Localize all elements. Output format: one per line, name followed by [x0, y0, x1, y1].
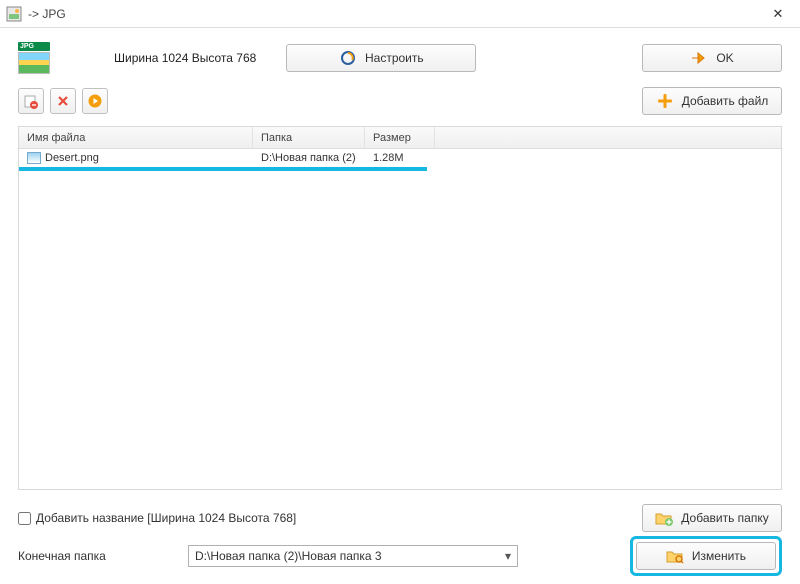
dest-value: D:\Новая папка (2)\Новая папка 3: [195, 549, 382, 563]
titlebar: -> JPG ✕: [0, 0, 800, 28]
col-name[interactable]: Имя файла: [19, 127, 253, 148]
app-icon: [6, 6, 22, 22]
configure-icon: [339, 49, 357, 67]
configure-button[interactable]: Настроить: [286, 44, 476, 72]
image-file-icon: [27, 152, 41, 164]
add-title-checkbox[interactable]: Добавить название [Ширина 1024 Высота 76…: [18, 511, 296, 525]
add-title-checkbox-input[interactable]: [18, 512, 31, 525]
add-file-label: Добавить файл: [682, 94, 769, 108]
change-button-highlight: Изменить: [630, 536, 782, 576]
file-name: Desert.png: [45, 152, 99, 164]
configure-label: Настроить: [365, 51, 424, 65]
dest-label: Конечная папка: [18, 549, 188, 563]
col-size[interactable]: Размер: [365, 127, 435, 148]
play-button[interactable]: [82, 88, 108, 114]
table-header: Имя файла Папка Размер: [19, 127, 781, 149]
format-icon: JPG: [18, 42, 50, 74]
add-title-label: Добавить название [Ширина 1024 Высота 76…: [36, 511, 296, 525]
change-label: Изменить: [692, 549, 746, 563]
ok-label: OK: [716, 51, 733, 65]
folder-plus-icon: [655, 509, 673, 527]
plus-icon: [656, 92, 674, 110]
selection-highlight: [19, 167, 427, 171]
file-table: Имя файла Папка Размер Desert.png D:\Нов…: [18, 126, 782, 490]
arrow-right-icon: [690, 49, 708, 67]
file-folder: D:\Новая папка (2): [253, 152, 365, 164]
col-folder[interactable]: Папка: [253, 127, 365, 148]
add-folder-button[interactable]: Добавить папку: [642, 504, 782, 532]
add-file-button[interactable]: Добавить файл: [642, 87, 782, 115]
table-row[interactable]: Desert.png D:\Новая папка (2) 1.28M: [19, 149, 781, 167]
clear-all-button[interactable]: [50, 88, 76, 114]
folder-search-icon: [666, 547, 684, 565]
change-button[interactable]: Изменить: [636, 542, 776, 570]
dest-combobox[interactable]: D:\Новая папка (2)\Новая папка 3: [188, 545, 518, 567]
ok-button[interactable]: OK: [642, 44, 782, 72]
dimensions-label: Ширина 1024 Высота 768: [114, 51, 256, 65]
close-icon[interactable]: ✕: [762, 6, 794, 22]
window-title: -> JPG: [28, 7, 762, 21]
remove-item-button[interactable]: [18, 88, 44, 114]
file-size: 1.28M: [365, 152, 435, 164]
add-folder-label: Добавить папку: [681, 511, 768, 525]
